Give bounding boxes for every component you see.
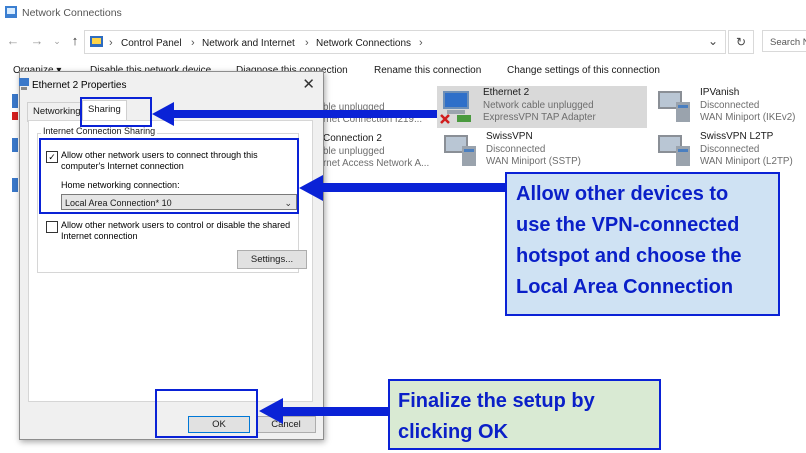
sharing-tab-highlight xyxy=(80,97,152,127)
callout-line: Local Area Connection xyxy=(516,276,734,298)
callout-line: clicking OK xyxy=(398,421,509,443)
network-item-device: WAN Miniport (IKEv2) xyxy=(700,112,796,123)
group-title: Internet Connection Sharing xyxy=(41,126,158,136)
network-item-swissvpn[interactable]: SwissVPN Disconnected WAN Miniport (SSTP… xyxy=(440,130,650,172)
network-adapter-icon xyxy=(12,94,18,108)
breadcrumb-separator: › xyxy=(191,37,195,49)
up-arrow-icon[interactable]: ↑ xyxy=(68,33,82,49)
callout-line: Finalize the setup by xyxy=(398,390,595,412)
network-item-ipvanish[interactable]: IPVanish Disconnected WAN Miniport (IKEv… xyxy=(654,86,806,128)
annotation-callout-vpn-hotspot: Allow other devices to use the VPN-conne… xyxy=(505,172,780,316)
network-item-device: WAN Miniport (L2TP) xyxy=(700,156,793,167)
annotation-callout-finalize: Finalize the setup by clicking OK xyxy=(388,379,661,450)
network-item-status: Disconnected xyxy=(700,144,760,155)
network-item-status: Disconnected xyxy=(486,144,546,155)
breadcrumb-separator: › xyxy=(305,37,309,49)
breadcrumb-control-panel[interactable]: Control Panel xyxy=(121,38,182,49)
callout-line: Allow other devices to xyxy=(516,183,729,205)
vpn-connection-icon xyxy=(444,135,476,166)
back-arrow-icon[interactable]: ← xyxy=(6,33,20,49)
forward-arrow-icon[interactable]: → xyxy=(30,33,44,49)
vpn-connection-icon xyxy=(658,135,690,166)
annotation-arrow-head xyxy=(152,102,174,126)
network-item-status: Network cable unplugged xyxy=(483,100,594,111)
network-item-device: WAN Miniport (SSTP) xyxy=(486,156,581,167)
window-title: Network Connections xyxy=(22,7,122,19)
network-item-ethernet2[interactable]: Ethernet 2 Network cable unplugged Expre… xyxy=(437,86,647,128)
network-item-name: SwissVPN xyxy=(486,131,533,142)
breadcrumb-separator: › xyxy=(419,37,423,49)
dialog-title: Ethernet 2 Properties xyxy=(32,80,127,91)
partial-item-device: rnet Access Network A... xyxy=(323,158,430,169)
partial-item-name[interactable]: Connection 2 xyxy=(323,133,382,144)
sharing-options-highlight xyxy=(39,138,299,214)
breadcrumb-separator: › xyxy=(109,37,113,49)
control-panel-icon xyxy=(90,36,103,47)
allow-control-label: Allow other network users to control or … xyxy=(61,220,291,241)
network-item-device: ExpressVPN TAP Adapter xyxy=(483,112,596,123)
network-item-name: IPVanish xyxy=(700,87,740,98)
network-connections-icon xyxy=(5,6,17,18)
annotation-arrow xyxy=(172,110,437,118)
allow-control-checkbox[interactable] xyxy=(46,221,58,233)
breadcrumb-network-and-internet[interactable]: Network and Internet xyxy=(202,38,295,49)
properties-dialog: Ethernet 2 Properties ✕ Networking Shari… xyxy=(19,71,324,440)
recent-chevron-icon[interactable]: ⌄ xyxy=(50,33,64,49)
network-adapter-icon xyxy=(19,78,29,90)
search-input[interactable]: Search N xyxy=(762,30,806,52)
close-icon[interactable]: ✕ xyxy=(302,75,315,93)
refresh-icon: ↻ xyxy=(735,35,747,49)
ok-button-highlight xyxy=(155,389,258,438)
tab-networking[interactable]: Networking xyxy=(27,102,87,122)
network-item-swissvpn-l2tp[interactable]: SwissVPN L2TP Disconnected WAN Miniport … xyxy=(654,130,806,172)
network-item-status: Disconnected xyxy=(700,100,760,111)
rename-connection-button[interactable]: Rename this connection xyxy=(374,65,481,76)
change-settings-button[interactable]: Change settings of this connection xyxy=(507,65,660,76)
annotation-arrow xyxy=(322,183,506,192)
address-dropdown-chevron-icon[interactable]: ⌄ xyxy=(708,34,718,48)
annotation-arrow xyxy=(282,407,388,416)
annotation-arrow-head xyxy=(299,175,323,201)
address-bar[interactable]: › Control Panel › Network and Internet ›… xyxy=(84,30,726,54)
refresh-button[interactable]: ↻ xyxy=(728,30,754,54)
breadcrumb-network-connections[interactable]: Network Connections xyxy=(316,38,411,49)
callout-line: use the VPN-connected xyxy=(516,214,740,236)
settings-button[interactable]: Settings... xyxy=(237,250,307,269)
network-adapter-icon xyxy=(12,178,18,192)
annotation-arrow-head xyxy=(259,398,283,424)
callout-line: hotspot and choose the xyxy=(516,245,742,267)
partial-item-status: ble unplugged xyxy=(323,146,385,157)
network-adapter-icon xyxy=(12,138,18,152)
network-adapter-icon xyxy=(440,91,471,124)
address-row: ← → ⌄ ↑ › Control Panel › Network and In… xyxy=(0,28,806,54)
unplugged-x-icon xyxy=(12,112,18,120)
window-titlebar: Network Connections xyxy=(0,0,806,26)
network-item-name: Ethernet 2 xyxy=(483,87,530,98)
vpn-connection-icon xyxy=(658,91,690,122)
network-item-name: SwissVPN L2TP xyxy=(700,131,774,142)
